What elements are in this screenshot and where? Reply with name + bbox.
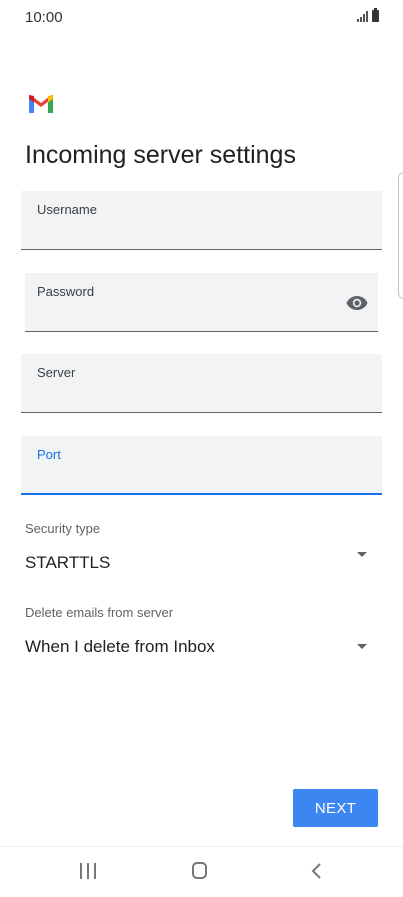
chevron-down-icon[interactable]: [357, 644, 367, 649]
security-type-label: Security type: [25, 521, 101, 536]
password-field[interactable]: Password: [25, 273, 378, 332]
port-label: Port: [37, 447, 61, 462]
delete-emails-label: Delete emails from server: [25, 605, 174, 620]
username-field[interactable]: Username: [21, 191, 382, 250]
home-icon[interactable]: [192, 862, 207, 879]
recents-icon[interactable]: [80, 863, 96, 879]
security-type-select[interactable]: STARTTLS: [25, 553, 110, 573]
page-title: Incoming server settings: [25, 141, 296, 169]
next-button[interactable]: NEXT: [293, 789, 378, 827]
navigation-bar: [0, 846, 403, 897]
password-label: Password: [37, 284, 95, 299]
battery-icon: [372, 8, 379, 22]
chevron-down-icon[interactable]: [357, 552, 367, 557]
delete-emails-select[interactable]: When I delete from Inbox: [25, 637, 215, 657]
status-icons: [357, 8, 379, 22]
scroll-indicator[interactable]: [398, 172, 403, 299]
back-icon[interactable]: [308, 861, 328, 881]
status-time: 10:00: [25, 9, 63, 26]
gmail-icon: [29, 95, 53, 113]
port-field[interactable]: Port: [21, 436, 382, 495]
username-label: Username: [37, 202, 97, 217]
server-field[interactable]: Server: [21, 354, 382, 413]
server-label: Server: [37, 365, 76, 380]
eye-icon[interactable]: [346, 295, 368, 311]
signal-icon: [357, 10, 368, 22]
status-bar: 10:00: [0, 0, 403, 34]
